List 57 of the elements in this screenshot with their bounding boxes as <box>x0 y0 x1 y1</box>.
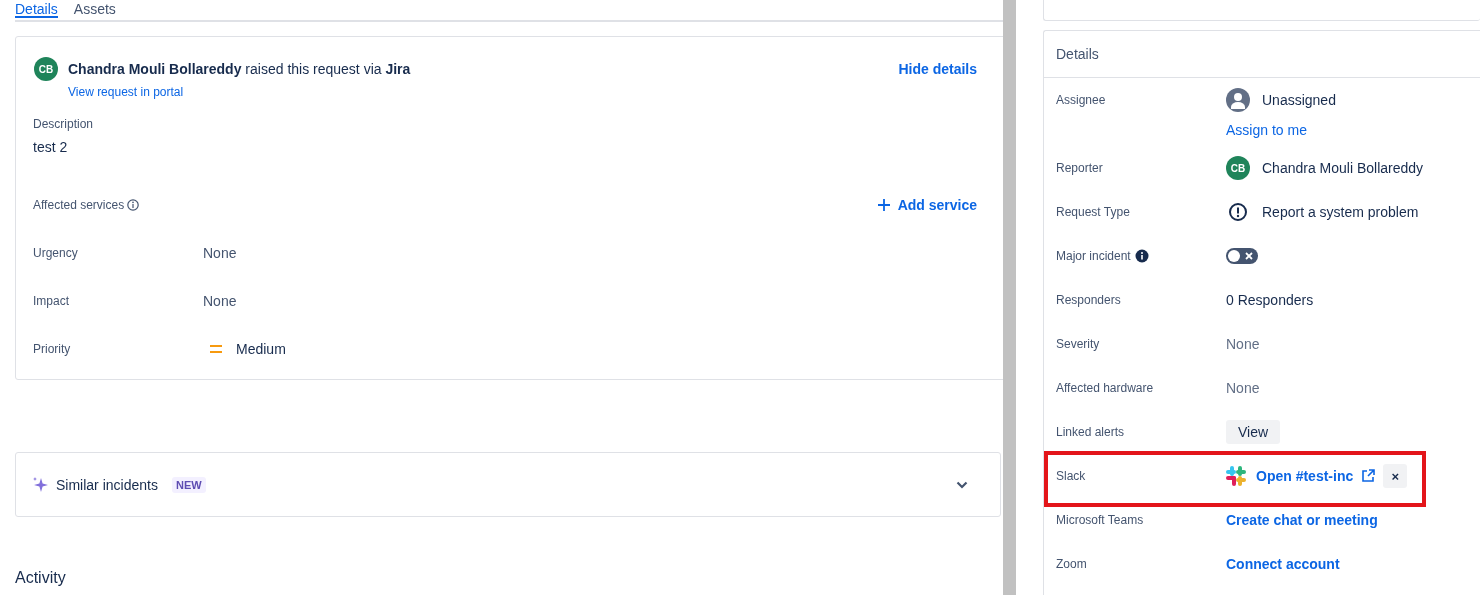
field-label: Urgency <box>33 246 79 260</box>
field-label: Severity <box>1056 337 1100 351</box>
action-link[interactable]: Connect account <box>1226 556 1340 572</box>
field-value: Chandra Mouli Bollareddy <box>1262 160 1424 176</box>
field-value: Unassigned <box>1262 92 1336 108</box>
remove-button[interactable]: × <box>1383 464 1408 488</box>
field-label: Description <box>33 117 95 131</box>
slack-logo-icon <box>1226 466 1246 486</box>
info-icon <box>1134 249 1149 263</box>
field-label: Impact <box>33 294 70 308</box>
section-title: Similar incidents <box>56 476 158 493</box>
field-value: Medium <box>236 341 286 357</box>
chevron-icon <box>956 480 968 489</box>
field-value: Report a system problem <box>1262 204 1419 220</box>
field-label: Affected services <box>33 198 125 212</box>
field-label: Assignee <box>1056 93 1106 107</box>
info-icon <box>127 199 140 211</box>
tab[interactable]: Details <box>15 1 58 18</box>
plus-icon <box>877 199 890 211</box>
field-label: Major incident <box>1056 249 1131 263</box>
field-label: Linked alerts <box>1056 425 1125 439</box>
field-label: Request Type <box>1056 205 1130 219</box>
view-button[interactable]: View <box>1226 420 1281 444</box>
field-label: Responders <box>1056 293 1121 307</box>
field-label: Affected hardware <box>1056 381 1154 395</box>
scrollbar[interactable] <box>1003 0 1016 595</box>
field-value: None <box>1226 380 1260 396</box>
priority-medium-icon <box>210 344 222 354</box>
field-label: Zoom <box>1056 557 1087 571</box>
section-title: Activity <box>15 569 67 587</box>
field-label: Reporter <box>1056 161 1103 175</box>
external-link-icon <box>1361 469 1376 483</box>
assign-to-me-link[interactable]: Assign to me <box>1226 122 1307 138</box>
warning-icon <box>1226 200 1250 224</box>
open-slack-channel-link[interactable]: Open #test-inc <box>1256 468 1354 484</box>
new-badge: NEW <box>171 476 206 493</box>
description-text: test 2 <box>33 139 69 155</box>
user-avatar: CB <box>34 57 58 81</box>
field-value: None <box>1226 336 1260 352</box>
field-label: Slack <box>1056 469 1086 483</box>
sparkle-icon <box>32 476 48 493</box>
add-service-button[interactable]: Add service <box>877 197 977 213</box>
panel-title: Details <box>1044 31 1480 78</box>
user-avatar-icon <box>1226 88 1250 112</box>
cross-icon <box>1245 252 1253 260</box>
request-raised-text: Chandra Mouli Bollareddy raised this request via Jira <box>68 61 412 77</box>
field-label: Microsoft Teams <box>1056 513 1144 527</box>
view-portal-link[interactable]: View request in portal <box>68 85 184 99</box>
field-value: None <box>203 245 237 261</box>
user-avatar: CB <box>1226 156 1250 180</box>
field-label: Priority <box>33 342 72 356</box>
toggle-switch[interactable] <box>1226 248 1258 264</box>
hide-details-link[interactable]: Hide details <box>898 61 977 77</box>
action-link[interactable]: Create chat or meeting <box>1226 512 1378 528</box>
field-value: None <box>203 293 237 309</box>
tab[interactable]: Assets <box>73 1 116 18</box>
field-value: 0 Responders <box>1226 292 1314 308</box>
